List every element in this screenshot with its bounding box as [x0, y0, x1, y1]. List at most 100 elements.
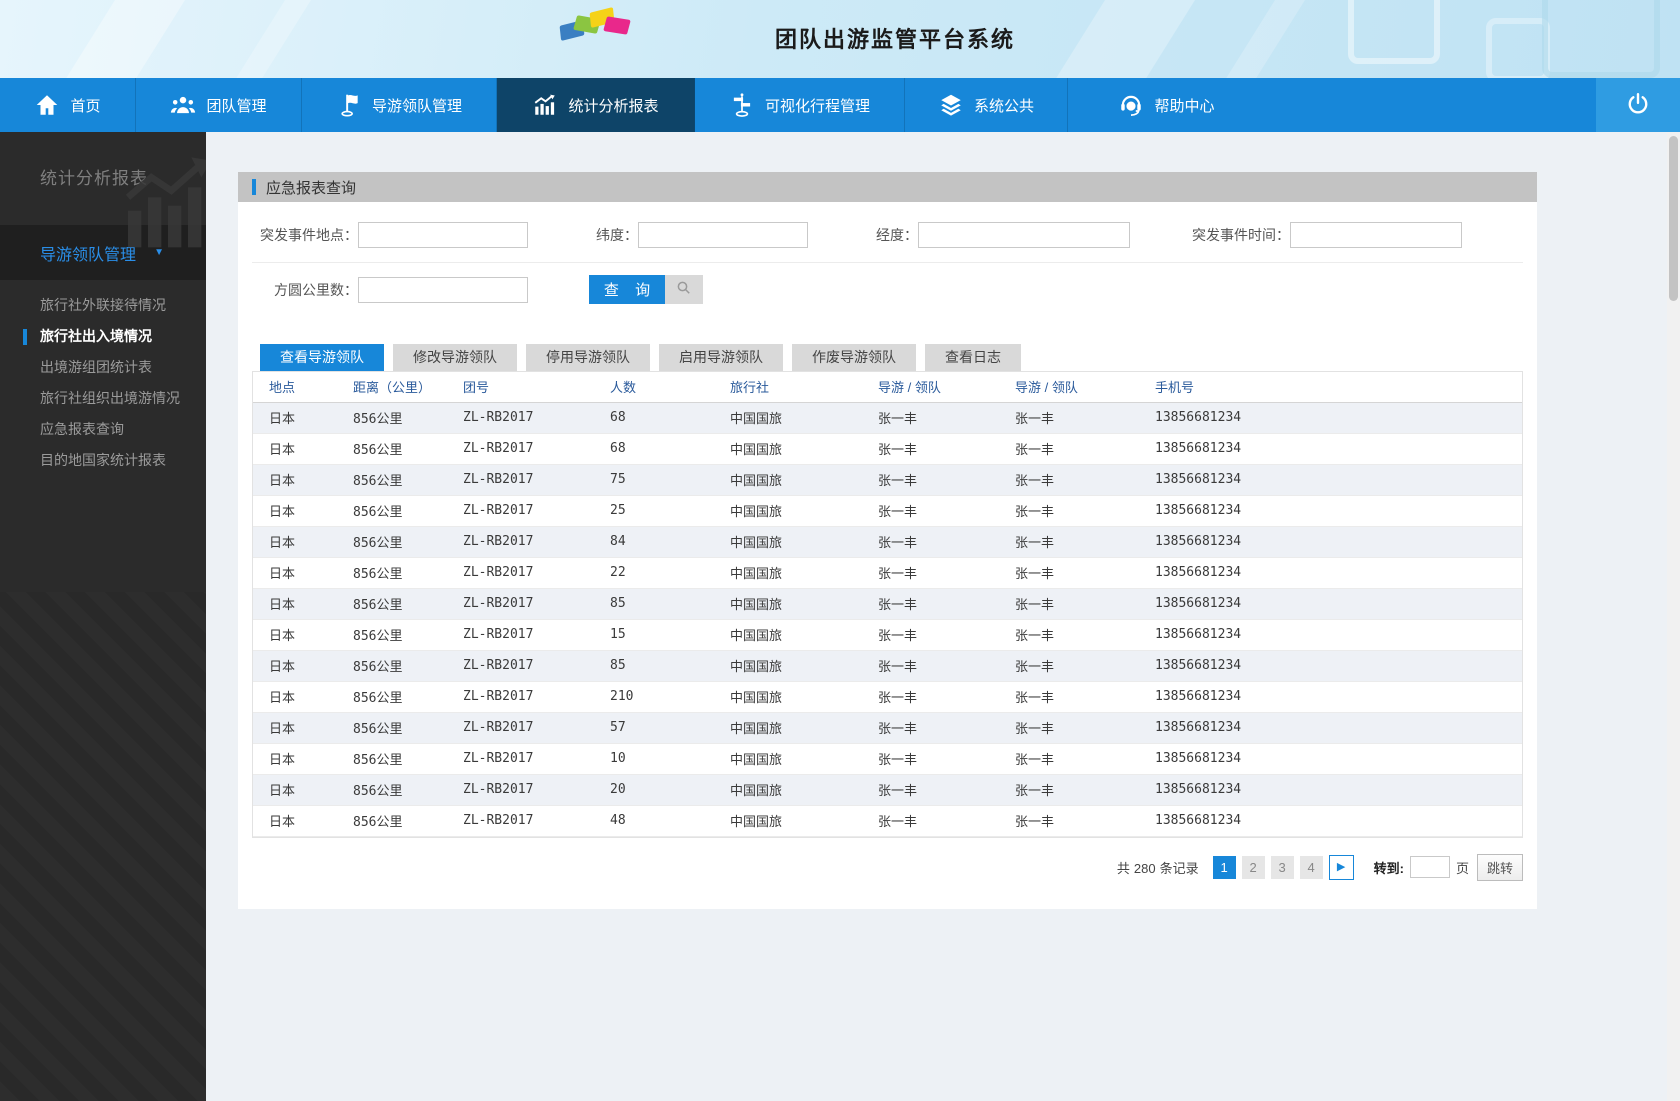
- signpost-icon: [729, 92, 755, 118]
- tab-view-guide[interactable]: 查看导游领队: [260, 344, 384, 371]
- incident-time-input[interactable]: [1290, 222, 1462, 248]
- table-cell: 22: [610, 557, 730, 589]
- table-row[interactable]: 日本 856公里 ZL-RB2017 85 中国国旅 张一丰 张一丰 13856681234: [253, 650, 1522, 682]
- goto-page-input[interactable]: [1409, 856, 1450, 878]
- sidebar-item-agency-outbound-status[interactable]: 旅行社组织出境游情况: [0, 383, 206, 414]
- longitude-input[interactable]: [918, 222, 1130, 248]
- table-cell: 日本: [253, 433, 353, 465]
- next-page-icon: ▶: [1336, 860, 1346, 873]
- table-cell: 张一丰: [1015, 743, 1155, 775]
- column-header: 旅行社: [730, 372, 878, 403]
- sidebar-item-outbound-group-stats[interactable]: 出境游组团统计表: [0, 352, 206, 383]
- table-row[interactable]: 日本 856公里 ZL-RB2017 15 中国国旅 张一丰 张一丰 13856681234: [253, 619, 1522, 651]
- scrollbar-thumb[interactable]: [1669, 136, 1678, 301]
- table-cell: 张一丰: [1015, 588, 1155, 620]
- sidebar-item-agency-reception-status[interactable]: 旅行社外联接待情况: [0, 290, 206, 321]
- table-row[interactable]: 日本 856公里 ZL-RB2017 75 中国国旅 张一丰 张一丰 13856681234: [253, 464, 1522, 496]
- page-button-4[interactable]: 4: [1299, 855, 1323, 879]
- nav-item-home[interactable]: 首页: [0, 78, 136, 132]
- sidebar-item-label: 旅行社组织出境游情况: [40, 390, 180, 406]
- table-cell: 13856681234: [1155, 743, 1522, 775]
- table-row[interactable]: 日本 856公里 ZL-RB2017 210 中国国旅 张一丰 张一丰 13856681234: [253, 681, 1522, 713]
- table-cell: 中国国旅: [730, 743, 878, 775]
- banner-decoration: [1486, 18, 1550, 78]
- table-row[interactable]: 日本 856公里 ZL-RB2017 20 中国国旅 张一丰 张一丰 13856681234: [253, 774, 1522, 806]
- column-header: 人数: [610, 372, 730, 403]
- table-cell: ZL-RB2017: [463, 650, 610, 682]
- tab-enable-guide[interactable]: 启用导游领队: [659, 344, 783, 371]
- latitude-label: 纬度：: [596, 227, 638, 243]
- nav-item-system-public[interactable]: 系统公共: [905, 78, 1068, 132]
- table-cell: ZL-RB2017: [463, 619, 610, 651]
- table-cell: 856公里: [353, 433, 463, 465]
- sidebar: 统计分析报表 导游领队管理 ▼ 旅行社外联接待情况 旅行社出入境情况 出境游组团…: [0, 132, 206, 1101]
- page-button-2[interactable]: 2: [1241, 855, 1265, 879]
- column-header: 距离（公里）: [353, 372, 463, 403]
- table-cell: 张一丰: [1015, 650, 1155, 682]
- form-row: 突发事件地点： 纬度： 经度： 突发事件时间：: [252, 202, 1523, 263]
- table-row[interactable]: 日本 856公里 ZL-RB2017 10 中国国旅 张一丰 张一丰 13856681234: [253, 743, 1522, 775]
- report-panel: 应急报表查询 突发事件地点： 纬度： 经度： 突发事件时间： 方圆公里数： 查 …: [238, 172, 1537, 909]
- table-row[interactable]: 日本 856公里 ZL-RB2017 85 中国国旅 张一丰 张一丰 13856681234: [253, 588, 1522, 620]
- next-page-button[interactable]: ▶: [1328, 854, 1354, 880]
- sidebar-item-agency-entry-exit-status[interactable]: 旅行社出入境情况: [0, 321, 206, 352]
- table-body: 日本 856公里 ZL-RB2017 68 中国国旅 张一丰 张一丰 13856681234 日…: [253, 402, 1522, 837]
- table-cell: 中国国旅: [730, 588, 878, 620]
- sidebar-item-destination-country-stats[interactable]: 目的地国家统计报表: [0, 445, 206, 476]
- table-cell: 85: [610, 650, 730, 682]
- table-cell: 张一丰: [1015, 464, 1155, 496]
- main-nav: 首页 团队管理 导游领队管理 统计分析报表 可视化行程管理 系统公共 帮助中心: [0, 78, 1680, 132]
- table-cell: 张一丰: [878, 774, 1015, 806]
- table-cell: 中国国旅: [730, 433, 878, 465]
- page-button-3[interactable]: 3: [1270, 855, 1294, 879]
- sidebar-item-label: 目的地国家统计报表: [40, 452, 166, 468]
- sidebar-item-emergency-report-query[interactable]: 应急报表查询: [0, 414, 206, 445]
- table-cell: 10: [610, 743, 730, 775]
- tab-void-guide[interactable]: 作废导游领队: [792, 344, 916, 371]
- table-cell: 张一丰: [878, 526, 1015, 558]
- query-button[interactable]: 查 询: [589, 275, 665, 304]
- tab-disable-guide[interactable]: 停用导游领队: [526, 344, 650, 371]
- table-cell: 张一丰: [1015, 433, 1155, 465]
- goto-label: 转到:: [1373, 860, 1404, 876]
- nav-item-label: 可视化行程管理: [764, 97, 870, 115]
- query-form: 突发事件地点： 纬度： 经度： 突发事件时间： 方圆公里数： 查 询: [252, 202, 1523, 320]
- table-cell: 13856681234: [1155, 712, 1522, 744]
- nav-item-label: 首页: [70, 97, 101, 115]
- longitude-label: 经度：: [876, 227, 918, 243]
- latitude-input[interactable]: [638, 222, 808, 248]
- scrollbar[interactable]: [1667, 132, 1680, 1101]
- logout-button[interactable]: [1596, 78, 1680, 132]
- table-cell: 中国国旅: [730, 619, 878, 651]
- tab-view-log[interactable]: 查看日志: [925, 344, 1021, 371]
- table-row[interactable]: 日本 856公里 ZL-RB2017 68 中国国旅 张一丰 张一丰 13856681234: [253, 433, 1522, 465]
- column-header: 手机号: [1155, 372, 1522, 403]
- power-icon: [1625, 91, 1651, 120]
- search-icon-button[interactable]: [665, 275, 703, 304]
- table-row[interactable]: 日本 856公里 ZL-RB2017 57 中国国旅 张一丰 张一丰 13856681234: [253, 712, 1522, 744]
- radius-km-label: 方圆公里数：: [274, 281, 358, 298]
- table-row[interactable]: 日本 856公里 ZL-RB2017 84 中国国旅 张一丰 张一丰 13856681234: [253, 526, 1522, 558]
- nav-item-team-management[interactable]: 团队管理: [136, 78, 302, 132]
- table-row[interactable]: 日本 856公里 ZL-RB2017 68 中国国旅 张一丰 张一丰 13856681234: [253, 402, 1522, 434]
- nav-item-help-center[interactable]: 帮助中心: [1068, 78, 1265, 132]
- tab-modify-guide[interactable]: 修改导游领队: [393, 344, 517, 371]
- table-cell: 856公里: [353, 557, 463, 589]
- panel-header: 应急报表查询: [238, 172, 1537, 202]
- table-row[interactable]: 日本 856公里 ZL-RB2017 48 中国国旅 张一丰 张一丰 13856681234: [253, 805, 1522, 837]
- incident-location-input[interactable]: [358, 222, 528, 248]
- table-cell: 13856681234: [1155, 774, 1522, 806]
- table-cell: 中国国旅: [730, 402, 878, 434]
- table-row[interactable]: 日本 856公里 ZL-RB2017 25 中国国旅 张一丰 张一丰 13856681234: [253, 495, 1522, 527]
- nav-item-statistics-reports[interactable]: 统计分析报表: [497, 78, 695, 132]
- app-logo: [559, 7, 636, 52]
- table-row[interactable]: 日本 856公里 ZL-RB2017 22 中国国旅 张一丰 张一丰 13856681234: [253, 557, 1522, 589]
- nav-item-guide-management[interactable]: 导游领队管理: [302, 78, 497, 132]
- radius-km-input[interactable]: [358, 276, 528, 303]
- table-cell: 日本: [253, 402, 353, 434]
- flag-icon: [336, 92, 362, 118]
- jump-button[interactable]: 跳转: [1476, 853, 1523, 881]
- nav-item-visual-itinerary[interactable]: 可视化行程管理: [695, 78, 905, 132]
- active-indicator: [23, 329, 27, 345]
- page-button-1[interactable]: 1: [1212, 855, 1236, 879]
